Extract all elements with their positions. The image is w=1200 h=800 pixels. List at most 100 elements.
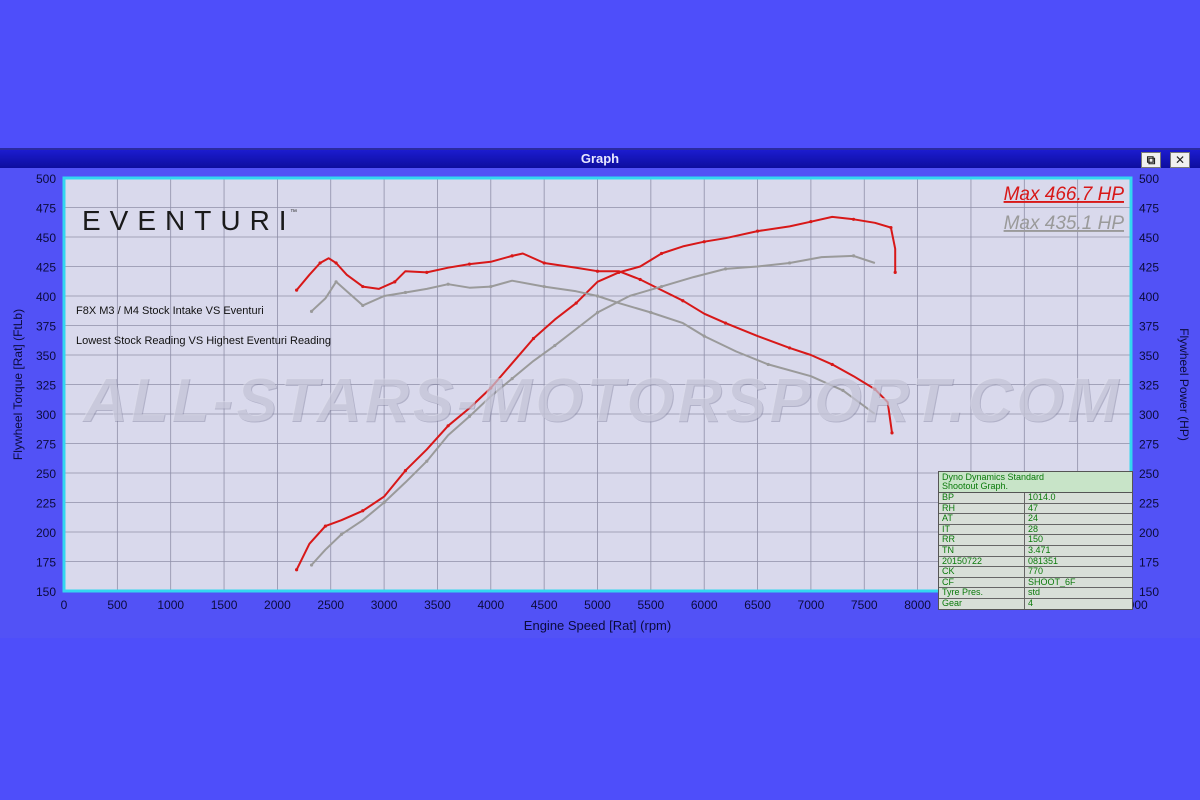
- data-point-eventuri_torque: [873, 387, 877, 391]
- dyno-info-value: 081351: [1028, 556, 1059, 566]
- data-point-stock_power: [339, 532, 344, 536]
- data-point-eventuri_torque: [542, 261, 546, 265]
- data-point-stock_torque: [446, 282, 450, 286]
- restore-icon[interactable]: ⧉: [1141, 152, 1161, 168]
- data-point-eventuri_power: [617, 270, 621, 274]
- data-point-eventuri_torque: [318, 261, 322, 265]
- data-point-stock_power: [510, 377, 514, 381]
- data-point-eventuri_power: [659, 251, 664, 256]
- dyno-info-value: 770: [1028, 567, 1044, 577]
- dyno-info-value: 3.471: [1028, 545, 1051, 555]
- y-tick-label-left: 150: [36, 585, 56, 599]
- data-point-eventuri_torque: [510, 254, 514, 258]
- y-tick-label-left: 325: [36, 379, 56, 393]
- dyno-info-row: AT 24: [939, 514, 1132, 525]
- dyno-info-header: Dyno Dynamics Standard Shootout Graph.: [939, 472, 1132, 493]
- y-tick-label-right: 325: [1139, 379, 1159, 393]
- data-point-eventuri_power: [531, 336, 536, 341]
- y-tick-label-right: 300: [1139, 408, 1159, 422]
- data-point-eventuri_power: [574, 301, 578, 305]
- dyno-info-key: RH: [939, 503, 1025, 514]
- x-tick-label: 8000: [904, 598, 931, 612]
- y-tick-label-left: 375: [36, 320, 56, 334]
- data-point-eventuri_power: [295, 568, 299, 572]
- x-tick-label: 7000: [798, 598, 825, 612]
- x-tick-label: 7500: [851, 598, 878, 612]
- data-point-stock_power: [467, 414, 472, 418]
- dyno-info-value: 47: [1028, 503, 1039, 513]
- y-tick-label-left: 275: [36, 438, 56, 452]
- y-tick-label-left: 475: [36, 202, 56, 216]
- dyno-info-row: RR 150: [939, 535, 1132, 546]
- y-tick-label-right: 350: [1139, 349, 1159, 363]
- eventuri-logo: EVENTURI: [82, 205, 296, 236]
- chart-note-line1: F8X M3 / M4 Stock Intake VS Eventuri: [76, 305, 264, 317]
- dyno-info-row: RH 47: [939, 503, 1132, 515]
- dyno-info-table: Dyno Dynamics Standard Shootout Graph. B…: [938, 471, 1133, 610]
- x-tick-label: 5000: [584, 598, 611, 612]
- data-point-eventuri_torque: [467, 262, 472, 266]
- dyno-info-key: Gear: [939, 598, 1025, 609]
- close-icon[interactable]: ✕: [1170, 152, 1190, 168]
- data-point-stock_power: [382, 500, 386, 505]
- data-point-eventuri_power: [702, 240, 706, 244]
- dyno-info-key: CK: [939, 567, 1025, 577]
- dyno-info-value: 1014.0: [1028, 493, 1056, 502]
- y-tick-label-right: 150: [1139, 585, 1159, 599]
- data-point-eventuri_torque: [787, 346, 792, 350]
- data-point-stock_power: [787, 261, 792, 265]
- data-point-eventuri_torque: [334, 261, 338, 265]
- data-point-eventuri_torque: [425, 270, 429, 274]
- dyno-info-value: 150: [1028, 535, 1044, 545]
- x-tick-label: 6500: [744, 598, 771, 612]
- y-tick-label-left: 225: [36, 497, 56, 511]
- data-point-eventuri_power: [403, 469, 408, 473]
- data-point-stock_torque: [841, 388, 845, 392]
- y-tick-label-right: 475: [1139, 202, 1159, 216]
- data-point-stock_torque: [334, 280, 338, 284]
- data-point-stock_torque: [403, 290, 408, 295]
- dyno-info-row: 20150722 081351: [939, 556, 1132, 568]
- x-tick-label: 3500: [424, 598, 451, 612]
- x-tick-label: 4000: [477, 598, 504, 612]
- dyno-info-row: Gear 4: [939, 598, 1132, 609]
- data-point-eventuri_power: [851, 217, 856, 221]
- data-point-stock_power: [723, 267, 728, 271]
- y-tick-label-right: 175: [1139, 556, 1159, 570]
- data-point-eventuri_power: [489, 386, 493, 390]
- data-point-eventuri_power: [323, 524, 328, 528]
- window-title: Graph: [580, 151, 620, 166]
- x-tick-label: 2000: [264, 598, 291, 612]
- y-tick-label-right: 375: [1139, 320, 1159, 334]
- y-tick-label-right: 275: [1139, 438, 1159, 452]
- title-bar: Graph ⧉ ✕: [0, 148, 1200, 168]
- y-tick-label-left: 250: [36, 467, 56, 481]
- dyno-info-row: CF SHOOT_6F: [939, 577, 1132, 589]
- dyno-info-value: SHOOT_6F: [1028, 577, 1076, 587]
- data-point-stock_torque: [309, 309, 314, 313]
- data-point-eventuri_torque: [361, 284, 365, 289]
- data-point-stock_torque: [595, 294, 600, 298]
- dyno-info-value: 24: [1028, 514, 1039, 524]
- y-tick-label-right: 425: [1139, 261, 1159, 275]
- trademark-mark: ™: [290, 209, 297, 216]
- dyno-info-key: BP: [939, 493, 1025, 503]
- x-tick-label: 6000: [691, 598, 718, 612]
- data-point-eventuri_torque: [295, 288, 299, 292]
- data-point-stock_torque: [766, 362, 770, 367]
- data-point-eventuri_power: [755, 229, 760, 233]
- data-point-stock_torque: [361, 303, 365, 308]
- dyno-info-row: CK 770: [939, 567, 1132, 578]
- data-point-stock_power: [309, 563, 314, 567]
- dyno-info-key: Tyre Pres.: [939, 588, 1025, 598]
- x-tick-label: 2500: [317, 598, 344, 612]
- dyno-info-key: RR: [939, 535, 1025, 545]
- dyno-info-row: BP 1014.0: [939, 493, 1132, 504]
- data-point-stock_torque: [542, 284, 546, 289]
- dyno-info-key: TN: [939, 545, 1025, 556]
- data-point-eventuri_torque: [595, 269, 600, 273]
- data-point-eventuri_torque: [393, 280, 397, 284]
- data-point-eventuri_torque: [830, 362, 834, 367]
- y-tick-label-right: 200: [1139, 526, 1159, 540]
- x-tick-label: 1500: [211, 598, 238, 612]
